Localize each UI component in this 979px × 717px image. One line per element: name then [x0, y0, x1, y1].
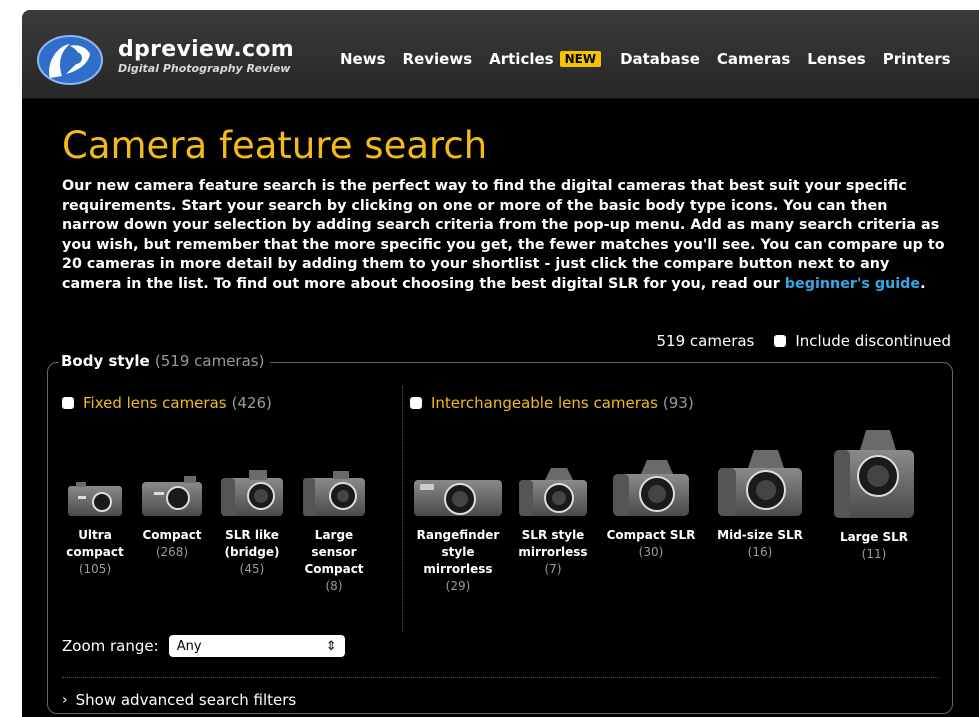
- zoom-range-select[interactable]: Any ⇕: [168, 635, 345, 657]
- fixed-lens-checkbox[interactable]: [62, 397, 74, 409]
- intro-text: Our new camera feature search is the per…: [62, 177, 947, 295]
- fixed-lens-group: Fixed lens cameras (426): [62, 394, 272, 412]
- intro-end: .: [920, 275, 926, 292]
- compact-slr-camera-icon: [613, 460, 689, 516]
- camera-type-count: (30): [638, 545, 664, 559]
- nav-printers[interactable]: Printers: [883, 50, 951, 68]
- camera-type-large-sensor-compact[interactable]: Large sensor Compact (8): [298, 468, 370, 595]
- camera-type-count: (29): [445, 579, 471, 593]
- camera-type-mid-size-slr[interactable]: Mid-size SLR (16): [712, 448, 808, 561]
- section-divider: [62, 677, 938, 678]
- brand-name[interactable]: dpreview.com: [118, 38, 294, 62]
- chevron-right-icon: ›: [62, 692, 68, 708]
- main-nav: News Reviews Articles NEW Database Camer…: [340, 50, 968, 68]
- camera-type-label: Large sensor Compact: [304, 528, 364, 576]
- camera-type-label: Rangefinder style mirrorless: [416, 528, 500, 576]
- slr-like-camera-icon: [221, 470, 283, 516]
- camera-type-label: Compact: [142, 528, 202, 542]
- camera-type-label: Ultra compact: [66, 528, 124, 559]
- mid-size-slr-camera-icon: [718, 450, 802, 516]
- camera-type-count: (105): [78, 562, 112, 576]
- site-header: dpreview.com Digital Photography Review …: [22, 10, 979, 99]
- camera-type-label: Compact SLR: [606, 528, 696, 542]
- brand-tagline: Digital Photography Review: [118, 62, 291, 75]
- camera-type-count: (16): [747, 545, 773, 559]
- fixed-lens-label[interactable]: Fixed lens cameras: [83, 394, 227, 412]
- select-arrows-icon: ⇕: [325, 638, 337, 654]
- zoom-range-label: Zoom range:: [62, 637, 159, 655]
- include-discontinued-checkbox[interactable]: [774, 335, 787, 347]
- camera-type-slr-style-mirrorless[interactable]: SLR style mirrorless (7): [514, 466, 592, 578]
- camera-count: 519 cameras: [656, 332, 755, 350]
- camera-type-label: SLR like (bridge): [224, 528, 280, 559]
- rangefinder-camera-icon: [414, 480, 502, 516]
- camera-type-compact-slr[interactable]: Compact SLR (30): [606, 456, 696, 561]
- beginners-guide-link[interactable]: beginner's guide: [785, 276, 920, 292]
- camera-type-rangefinder-mirrorless[interactable]: Rangefinder style mirrorless (29): [410, 472, 506, 595]
- page-frame: dpreview.com Digital Photography Review …: [22, 10, 979, 717]
- intro-body: Our new camera feature search is the per…: [62, 178, 945, 292]
- results-count-bar: 519 cameras Include discontinued: [657, 332, 951, 350]
- interchangeable-lens-group: Interchangeable lens cameras (93): [410, 394, 694, 412]
- camera-type-label: Mid-size SLR: [717, 528, 803, 542]
- interchangeable-lens-count: (93): [662, 394, 694, 412]
- new-badge: NEW: [559, 51, 602, 67]
- camera-type-ultra-compact[interactable]: Ultra compact (105): [64, 478, 126, 578]
- large-sensor-compact-camera-icon: [303, 471, 365, 516]
- zoom-range: Zoom range: Any ⇕: [62, 635, 345, 657]
- page-title: Camera feature search: [62, 124, 488, 167]
- slr-style-mirrorless-camera-icon: [519, 468, 587, 516]
- dpreview-logo-icon[interactable]: [36, 34, 104, 86]
- body-style-count: (519 cameras): [154, 352, 265, 370]
- camera-type-large-slr[interactable]: Large SLR (11): [826, 428, 922, 563]
- compact-camera-icon: [142, 476, 202, 516]
- camera-type-compact[interactable]: Compact (268): [136, 474, 208, 561]
- nav-database[interactable]: Database: [620, 50, 700, 68]
- camera-type-label: Large SLR: [839, 530, 909, 544]
- advanced-filters-label: Show advanced search filters: [75, 691, 297, 709]
- camera-type-count: (11): [861, 547, 887, 561]
- large-slr-camera-icon: [834, 430, 914, 518]
- brand[interactable]: dpreview.com Digital Photography Review: [118, 38, 294, 76]
- nav-articles[interactable]: Articles: [489, 50, 553, 68]
- group-divider: [402, 386, 404, 632]
- body-style-title: Body style: [61, 352, 150, 370]
- camera-type-count: (8): [325, 579, 343, 593]
- camera-type-count: (268): [155, 545, 189, 559]
- fixed-lens-count: (426): [231, 394, 272, 412]
- advanced-filters-toggle[interactable]: › Show advanced search filters: [62, 691, 296, 709]
- interchangeable-lens-checkbox[interactable]: [410, 397, 422, 409]
- interchangeable-lens-label[interactable]: Interchangeable lens cameras: [431, 394, 658, 412]
- camera-type-slr-like-bridge[interactable]: SLR like (bridge) (45): [216, 466, 288, 578]
- nav-reviews[interactable]: Reviews: [403, 50, 473, 68]
- camera-type-count: (7): [544, 562, 562, 576]
- camera-type-label: SLR style mirrorless: [518, 528, 588, 559]
- ultra-compact-camera-icon: [68, 482, 122, 516]
- zoom-range-value: Any: [176, 638, 202, 654]
- body-style-legend: Body style (519 cameras): [59, 352, 271, 370]
- nav-cameras[interactable]: Cameras: [717, 50, 790, 68]
- include-discontinued-label[interactable]: Include discontinued: [795, 332, 951, 350]
- camera-type-count: (45): [239, 562, 265, 576]
- nav-lenses[interactable]: Lenses: [807, 50, 865, 68]
- nav-news[interactable]: News: [340, 50, 386, 68]
